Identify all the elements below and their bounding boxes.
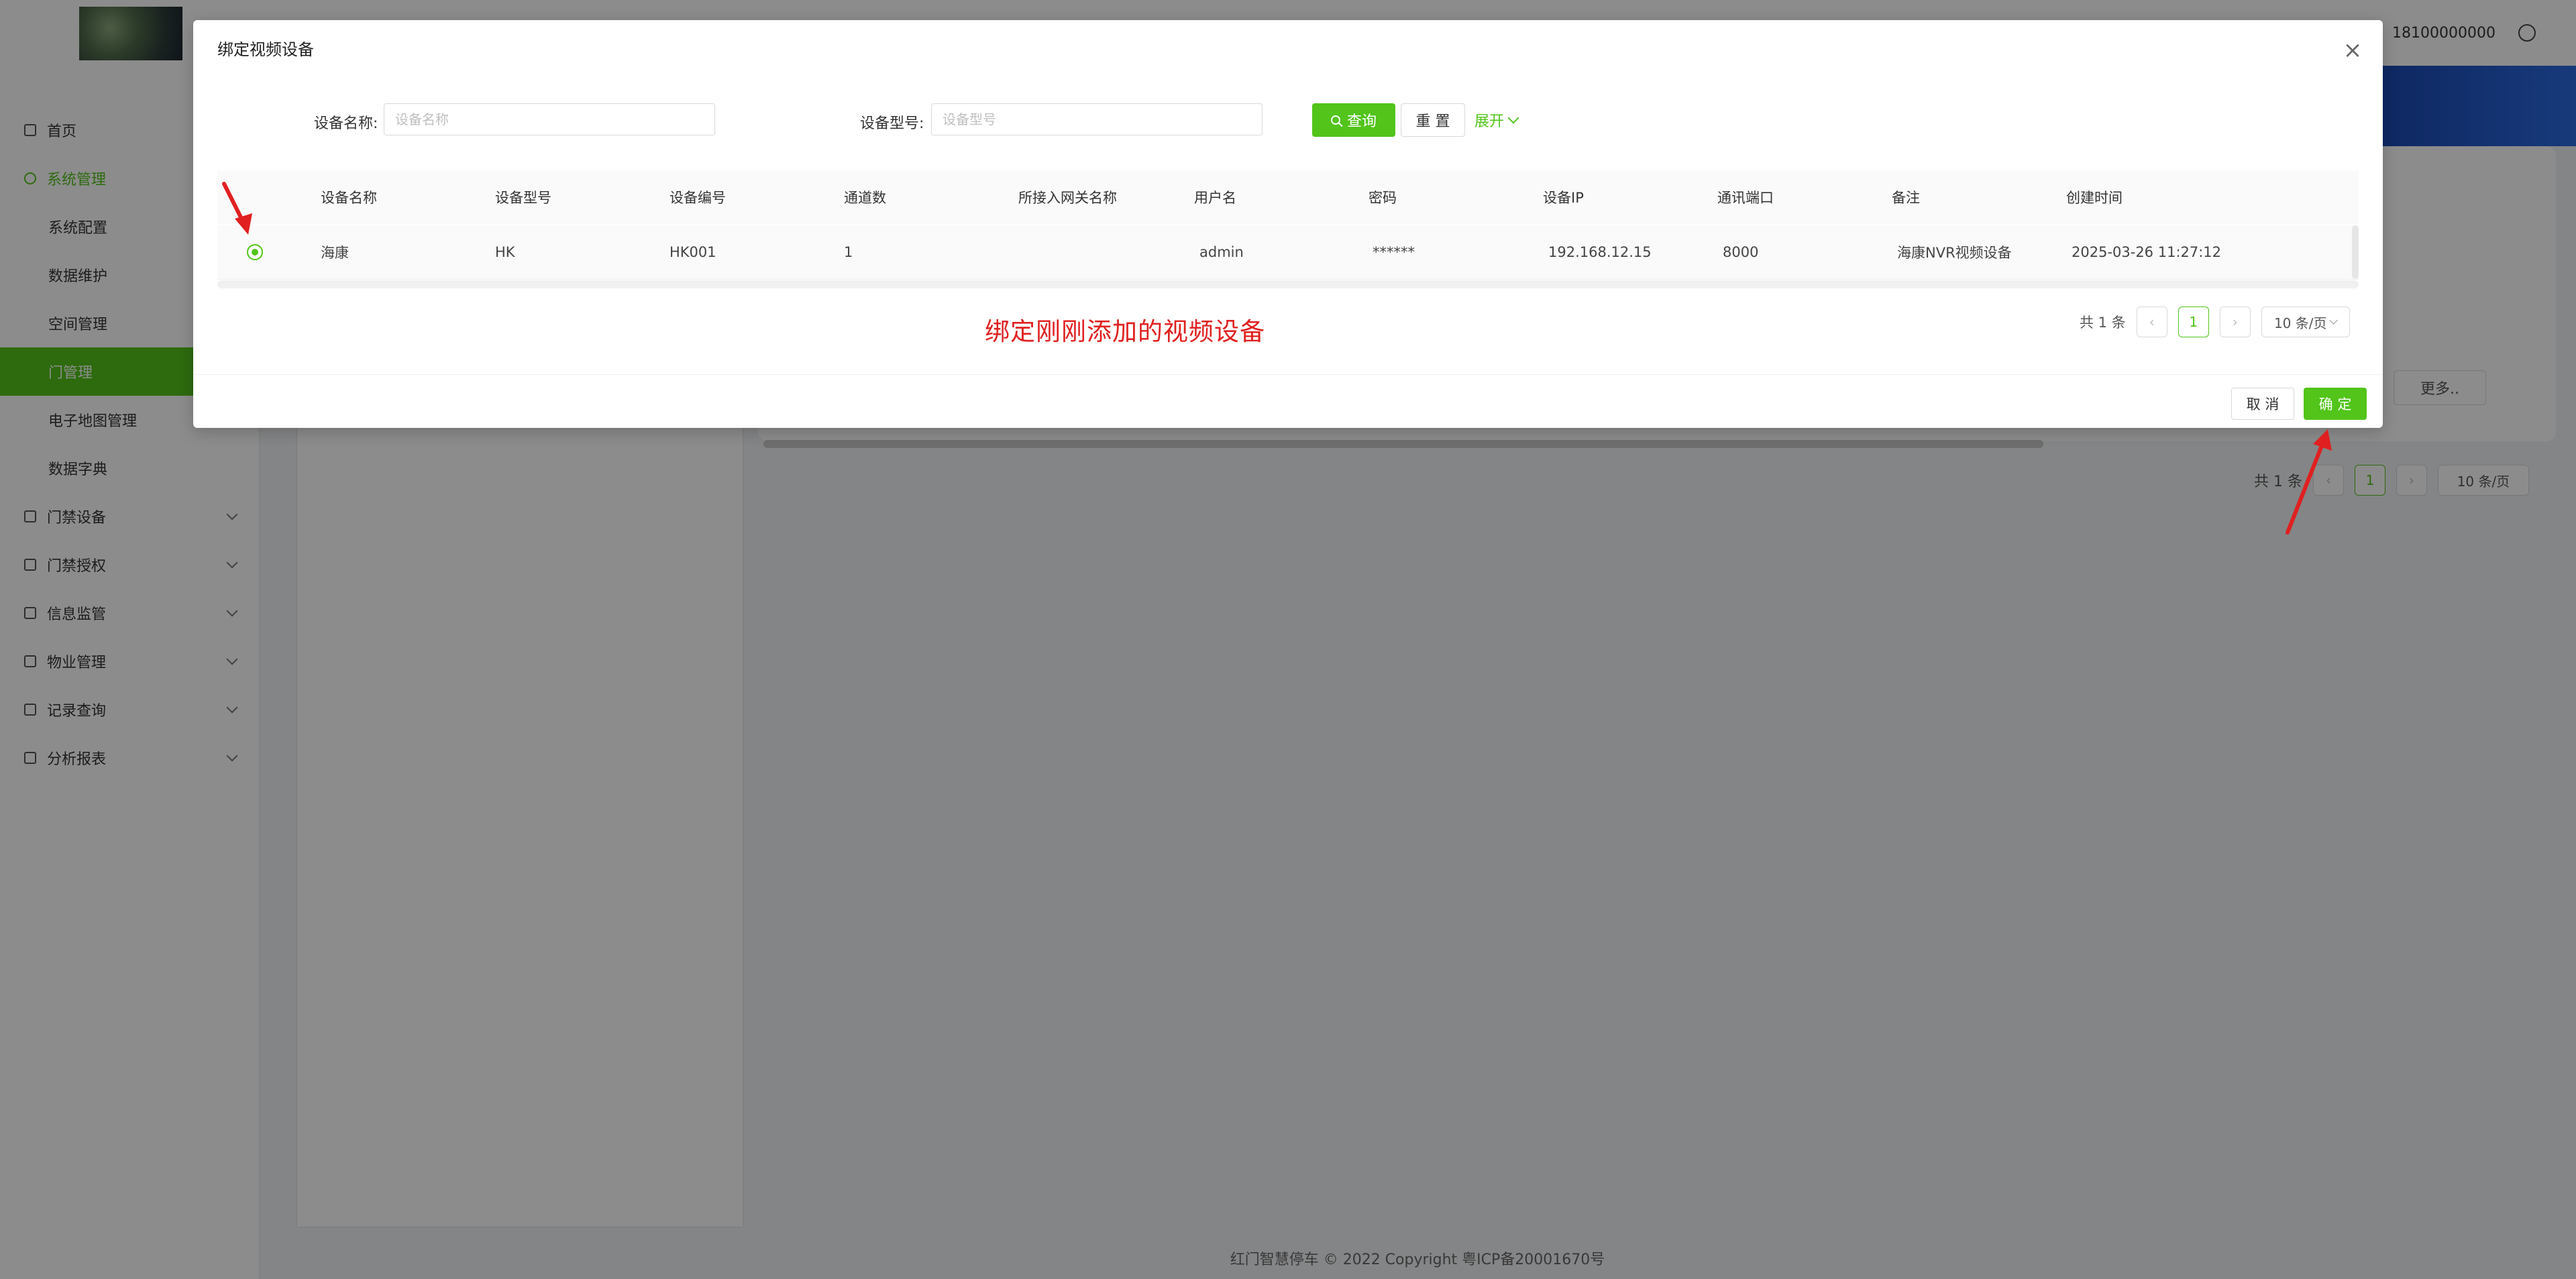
cell-username: admin xyxy=(1199,244,1244,260)
bind-video-device-dialog: 绑定视频设备 × 设备名称: 设备型号: 查询 重 置 展开 设备名称 设备型号… xyxy=(193,20,2383,428)
chevron-down-icon xyxy=(1507,112,1519,124)
reset-button[interactable]: 重 置 xyxy=(1401,103,1465,137)
device-table: 设备名称 设备型号 设备编号 通道数 所接入网关名称 用户名 密码 设备IP 通… xyxy=(217,170,2359,288)
row-select-radio[interactable] xyxy=(247,244,263,260)
column-header: 通讯端口 xyxy=(1717,190,1774,206)
device-name-input[interactable] xyxy=(384,103,715,135)
radio-checked-dot xyxy=(252,249,258,256)
device-model-label: 设备型号: xyxy=(860,115,924,132)
column-header: 用户名 xyxy=(1194,190,1236,206)
cell-port: 8000 xyxy=(1723,244,1759,260)
column-header: 所接入网关名称 xyxy=(1018,190,1117,206)
pagination-prev-button[interactable]: ‹ xyxy=(2136,307,2167,337)
query-button-label: 查询 xyxy=(1346,113,1377,130)
column-header: 密码 xyxy=(1368,190,1397,206)
cell-device-model: HK xyxy=(495,244,515,260)
table-horizontal-scrollbar[interactable] xyxy=(217,280,2359,288)
expand-button-label: 展开 xyxy=(1474,113,1505,130)
chevron-down-icon xyxy=(2329,316,2339,325)
column-header: 设备编号 xyxy=(669,190,726,206)
cell-remark: 海康NVR视频设备 xyxy=(1897,245,2012,261)
column-header: 设备型号 xyxy=(495,190,551,206)
dialog-divider xyxy=(193,374,2383,375)
column-header: 备注 xyxy=(1892,190,1920,206)
cell-created-time: 2025-03-26 11:27:12 xyxy=(2072,244,2222,260)
cell-password: ****** xyxy=(1373,244,1415,260)
table-row[interactable]: 海康 HK HK001 1 admin ****** 192.168.12.15… xyxy=(217,225,2359,280)
close-icon[interactable]: × xyxy=(2343,39,2363,62)
column-header: 设备名称 xyxy=(321,190,377,206)
column-header: 创建时间 xyxy=(2066,190,2123,206)
cell-channels: 1 xyxy=(844,244,853,260)
page-size-value: 10 条/页 xyxy=(2273,315,2327,331)
column-header: 设备IP xyxy=(1543,190,1584,206)
column-header: 通道数 xyxy=(844,190,886,206)
cell-ip: 192.168.12.15 xyxy=(1548,244,1652,260)
page-size-select[interactable]: 10 条/页 xyxy=(2261,307,2350,337)
query-button[interactable]: 查询 xyxy=(1312,103,1395,137)
confirm-button[interactable]: 确 定 xyxy=(2304,388,2367,420)
search-icon xyxy=(1330,115,1340,125)
cell-device-code: HK001 xyxy=(669,244,716,260)
expand-button[interactable]: 展开 xyxy=(1474,103,1519,137)
annotation-note: 绑定刚刚添加的视频设备 xyxy=(985,317,1265,346)
pagination-page-button[interactable]: 1 xyxy=(2178,307,2209,337)
table-vertical-scrollbar[interactable] xyxy=(2352,225,2359,279)
dialog-title: 绑定视频设备 xyxy=(217,40,314,59)
pagination-next-button[interactable]: › xyxy=(2219,307,2251,337)
table-header: 设备名称 设备型号 设备编号 通道数 所接入网关名称 用户名 密码 设备IP 通… xyxy=(217,170,2359,224)
pagination-total: 共 1 条 xyxy=(2080,315,2126,331)
device-model-input[interactable] xyxy=(931,103,1263,135)
device-name-label: 设备名称: xyxy=(314,115,378,132)
dialog-pagination: 共 1 条 ‹ 1 › 10 条/页 xyxy=(2080,306,2350,338)
cell-device-name: 海康 xyxy=(321,245,349,261)
cancel-button[interactable]: 取 消 xyxy=(2231,388,2294,420)
